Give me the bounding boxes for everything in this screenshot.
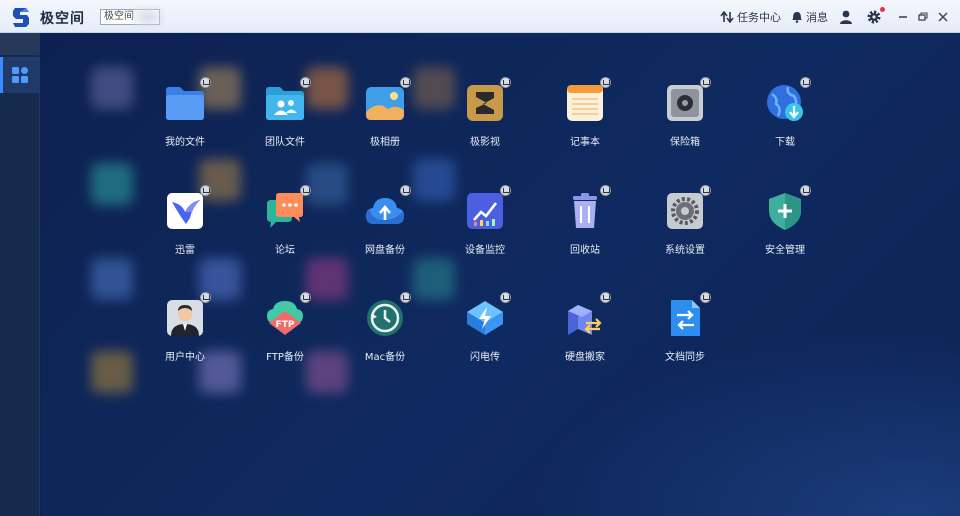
disk-migrate-icon	[568, 305, 602, 335]
app-tile-mac-backup[interactable]: Mac备份	[343, 287, 427, 383]
app-grid-icon	[12, 67, 28, 83]
app-label: 设备监控	[465, 245, 505, 256]
security-shield-icon	[769, 193, 801, 230]
notepad-icon	[567, 85, 603, 121]
app-tile-security[interactable]: 安全管理	[743, 180, 827, 276]
active-indicator	[0, 57, 3, 93]
app-launcher-area: 我的文件 团队文件 极相册 极影视 记事本 保险箱 下载 迅雷 论坛 网盘备份 …	[41, 33, 960, 516]
app-tile-safe[interactable]: 保险箱	[643, 72, 727, 168]
safe-icon	[667, 85, 703, 121]
app-label: 硬盘搬家	[565, 352, 605, 363]
app-tile-disk-migration[interactable]: 硬盘搬家	[543, 287, 627, 383]
notification-dot	[880, 6, 885, 12]
title-bar: 极空间 极空间 任务中心 消息	[0, 0, 960, 33]
app-title: 极空间	[40, 11, 85, 27]
app-tile-ftp-backup[interactable]: FTP FTP备份	[243, 287, 327, 383]
blurred-background-icon	[91, 351, 133, 393]
app-tile-forum[interactable]: 论坛	[243, 180, 327, 276]
app-label: 极相册	[370, 137, 400, 148]
app-tile-my-files[interactable]: 我的文件	[143, 72, 227, 168]
app-tile-download[interactable]: 下载	[743, 72, 827, 168]
app-label: 下载	[775, 137, 795, 148]
sidebar-header	[0, 33, 40, 55]
sidebar-item-apps[interactable]	[0, 57, 40, 93]
blurred-region	[132, 6, 164, 28]
task-center-label: 任务中心	[737, 10, 781, 24]
blurred-background-icon	[91, 163, 133, 205]
app-tile-doc-sync[interactable]: 文档同步	[643, 287, 727, 383]
team-folder-icon	[266, 87, 304, 120]
forum-chat-icon	[267, 193, 303, 228]
app-label: 保险箱	[670, 137, 700, 148]
app-label: 用户中心	[165, 352, 205, 363]
app-label: FTP备份	[266, 352, 304, 363]
messages-label: 消息	[806, 10, 828, 24]
app-label: 文档同步	[665, 352, 705, 363]
settings-gear-icon	[667, 193, 703, 229]
app-label: 系统设置	[665, 245, 705, 256]
app-label: 安全管理	[765, 245, 805, 256]
close-button[interactable]	[934, 8, 952, 26]
transfer-arrows-icon	[720, 10, 734, 23]
blurred-background-icon	[91, 67, 133, 109]
app-logo-icon	[13, 8, 29, 27]
settings-button[interactable]	[866, 6, 885, 25]
minimize-button[interactable]	[894, 8, 912, 26]
app-label: 我的文件	[165, 137, 205, 148]
close-icon	[938, 11, 948, 22]
xunlei-bird-icon	[167, 193, 203, 229]
bell-icon	[792, 12, 802, 23]
user-icon	[840, 10, 852, 24]
lightning-transfer-icon	[467, 301, 503, 335]
app-tile-cloud-backup[interactable]: 网盘备份	[343, 180, 427, 276]
app-tile-team-files[interactable]: 团队文件	[243, 72, 327, 168]
app-label: 迅雷	[175, 245, 195, 256]
app-label: Mac备份	[364, 352, 406, 363]
folder-icon	[166, 87, 204, 120]
time-machine-icon	[367, 300, 403, 336]
app-label: 记事本	[570, 137, 600, 148]
app-label: 论坛	[275, 245, 295, 256]
app-label: 网盘备份	[365, 245, 405, 256]
video-icon	[467, 85, 503, 121]
app-tile-device-monitor[interactable]: 设备监控	[443, 180, 527, 276]
messages-button[interactable]: 消息	[791, 9, 828, 25]
download-globe-icon	[767, 85, 803, 121]
app-label: 闪电传	[470, 352, 500, 363]
task-center-button[interactable]: 任务中心	[720, 9, 781, 25]
restore-button[interactable]	[914, 8, 932, 26]
app-tile-recycle-bin[interactable]: 回收站	[543, 180, 627, 276]
app-label: 回收站	[570, 245, 600, 256]
app-tile-photo-album[interactable]: 极相册	[343, 72, 427, 168]
app-tile-video[interactable]: 极影视	[443, 72, 527, 168]
app-tile-xunlei[interactable]: 迅雷	[143, 180, 227, 276]
blurred-background-icon	[91, 258, 133, 300]
doc-sync-icon	[671, 300, 700, 336]
restore-icon	[918, 11, 928, 21]
monitor-chart-icon	[467, 193, 503, 229]
user-button[interactable]	[838, 9, 854, 25]
photo-album-icon	[366, 87, 404, 120]
sidebar	[0, 33, 40, 516]
app-label: 团队文件	[265, 137, 305, 148]
app-label: 极影视	[470, 137, 500, 148]
svg-text:FTP: FTP	[276, 320, 295, 330]
ftp-cloud-icon: FTP	[267, 301, 303, 335]
app-tile-notepad[interactable]: 记事本	[543, 72, 627, 168]
app-tile-flash-transfer[interactable]: 闪电传	[443, 287, 527, 383]
app-tile-user-center[interactable]: 用户中心	[143, 287, 227, 383]
minimize-icon	[899, 15, 907, 18]
user-avatar-icon	[167, 300, 203, 336]
cloud-upload-icon	[366, 198, 404, 224]
app-tile-system-settings[interactable]: 系统设置	[643, 180, 727, 276]
trash-icon	[573, 193, 597, 228]
